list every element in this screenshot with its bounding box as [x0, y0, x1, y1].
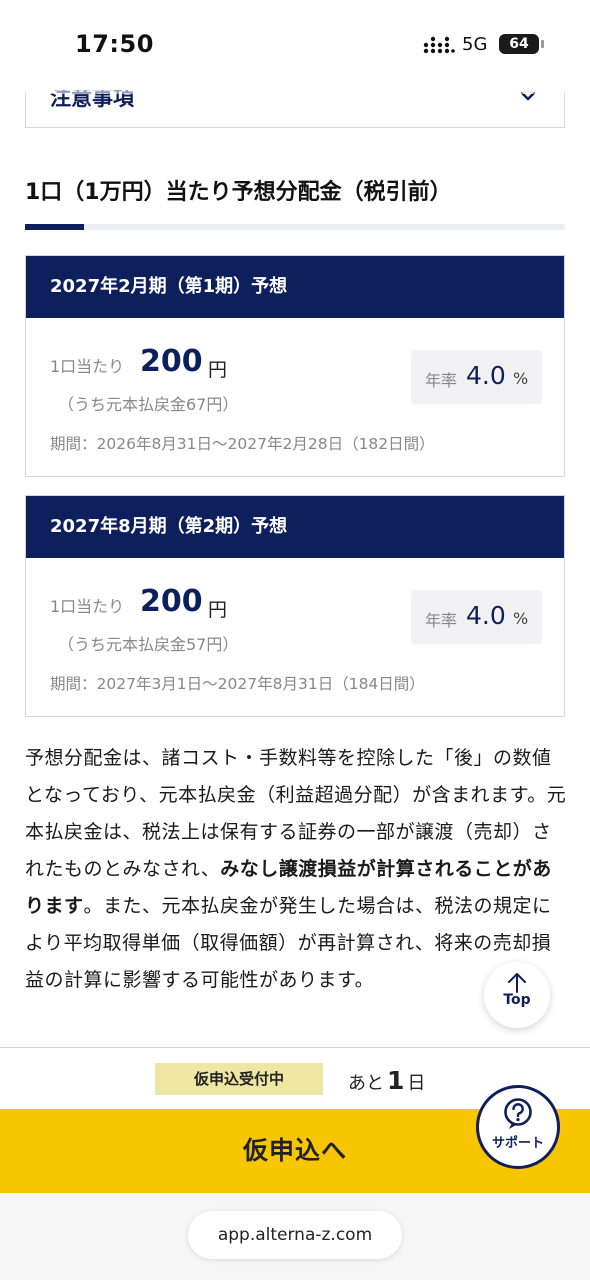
section-title: 1口（1万円）当たり予想分配金（税引前） — [25, 180, 452, 205]
period-text: 期間：2026年8月31日～2027年2月28日（182日間） — [50, 435, 435, 453]
rate-unit: % — [513, 609, 529, 628]
card-header: 2027年8月期（第2期）予想 — [26, 496, 564, 558]
remaining-days: あと 1 日 — [348, 1066, 425, 1095]
annual-rate-box: 年率 4.0 % — [411, 350, 542, 404]
annual-rate-box: 年率 4.0 % — [411, 590, 542, 644]
currency-label: 円 — [208, 359, 228, 381]
distribution-card: 2027年8月期（第2期）予想 1口当たり 200 円 （うち元本払戻金57円）… — [25, 495, 565, 717]
scroll-top-label: Top — [503, 992, 531, 1008]
scroll-top-button[interactable]: Top — [484, 962, 550, 1028]
status-bar: 17:50 5G 64 — [0, 0, 590, 90]
rate-label: 年率 — [425, 371, 458, 390]
support-label: サポート — [491, 1136, 544, 1151]
rate-value: 4.0 — [466, 601, 506, 630]
browser-toolbar: app.alterna-z.com — [0, 1193, 590, 1280]
battery-icon: 64 — [499, 34, 544, 54]
return-of-capital: （うち元本払戻金57円） — [58, 635, 239, 654]
signal-icon — [423, 36, 455, 54]
card-header: 2027年2月期（第1期）予想 — [26, 256, 564, 318]
rate-value: 4.0 — [466, 361, 506, 390]
support-button[interactable]: サポート — [476, 1085, 560, 1169]
per-unit-label: 1口当たり — [50, 597, 125, 616]
url-bar[interactable]: app.alterna-z.com — [188, 1211, 402, 1259]
per-unit-label: 1口当たり — [50, 357, 125, 376]
help-icon — [504, 1098, 532, 1129]
section-underline-active — [25, 224, 84, 230]
period-text: 期間：2027年3月1日～2027年8月31日（184日間） — [50, 675, 425, 693]
remaining-days-count: 1 — [387, 1066, 405, 1095]
status-time: 17:50 — [75, 30, 154, 58]
section-underline — [25, 224, 565, 230]
rate-unit: % — [513, 369, 529, 388]
remaining-suffix: 日 — [407, 1073, 426, 1094]
distribution-disclaimer: 予想分配金は、諸コスト・手数料等を控除した「後」の数値となっており、元本払戻金（… — [25, 740, 570, 999]
disclaimer-text: 。また、元本払戻金が発生した場合は、税法の規定により平均取得単価（取得価額）が再… — [25, 895, 552, 991]
remaining-prefix: あと — [348, 1073, 384, 1094]
network-type: 5G — [462, 34, 488, 55]
currency-label: 円 — [208, 599, 228, 621]
status-badge: 仮申込受付中 — [155, 1063, 323, 1095]
distribution-amount: 200 — [140, 584, 203, 619]
arrow-up-icon — [508, 973, 526, 993]
distribution-amount: 200 — [140, 344, 203, 379]
rate-label: 年率 — [425, 611, 458, 630]
distribution-card: 2027年2月期（第1期）予想 1口当たり 200 円 （うち元本払戻金67円）… — [25, 255, 565, 477]
return-of-capital: （うち元本払戻金67円） — [58, 395, 239, 414]
